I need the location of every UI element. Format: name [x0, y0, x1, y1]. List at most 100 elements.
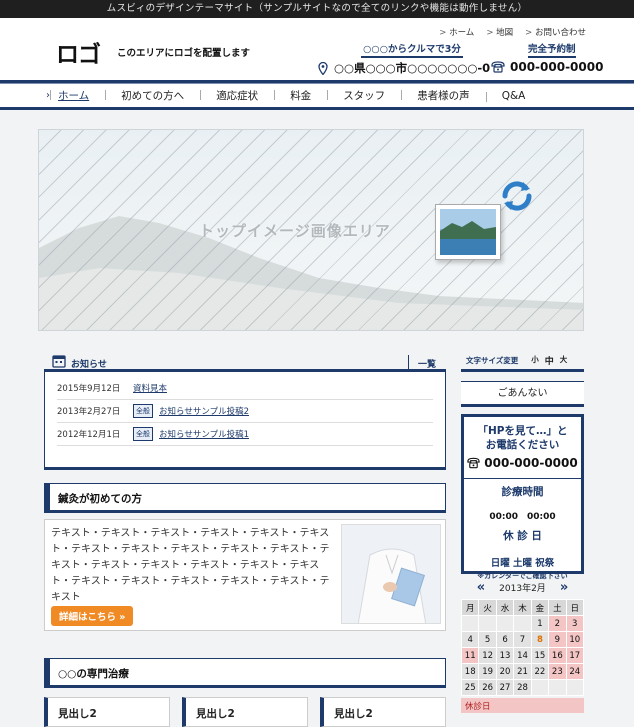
font-size-medium[interactable]: 中	[545, 354, 554, 367]
address-text: ○○県○○○市○○○○○○○-0	[334, 61, 491, 75]
nav-item-staff[interactable]: スタッフ	[327, 88, 401, 103]
news-link[interactable]: お知らせサンプル投稿1	[159, 428, 249, 440]
calendar-weekday: 火	[478, 599, 497, 616]
calendar-day: 26	[478, 679, 497, 696]
utility-links: ホーム 地図 お問い合わせ	[439, 26, 586, 38]
calendar-day: 19	[478, 663, 497, 680]
main-column: お知らせ 一覧 2015年9月12日 資料見本 2013年2月27日 全般 お知…	[44, 352, 446, 727]
news-category-tag[interactable]: 全般	[133, 427, 153, 441]
contact-phone-number: 000-000-0000	[484, 456, 578, 470]
nav-item-first-visit[interactable]: 初めての方へ	[105, 88, 200, 103]
calendar-day: 17	[565, 647, 585, 664]
subheading: 見出し2	[182, 697, 308, 727]
news-link[interactable]: お知らせサンプル投稿2	[159, 405, 249, 417]
calendar-day: 5	[478, 631, 497, 648]
calendar-weekday: 木	[513, 599, 532, 616]
hours-label: 診療時間	[464, 478, 581, 499]
subheading-row: 見出し2 見出し2 見出し2	[44, 697, 446, 727]
intro-box: テキスト・テキスト・テキスト・テキスト・テキスト・テキスト・テキスト・テキスト・…	[44, 519, 446, 631]
news-list: 2015年9月12日 資料見本 2013年2月27日 全般 お知らせサンプル投稿…	[44, 372, 446, 470]
closed-label: 休 診 日	[503, 530, 542, 542]
calendar-weekday: 土	[548, 599, 567, 616]
calendar-day: 1	[530, 615, 550, 632]
calendar-blank	[460, 615, 480, 632]
calendar-day: 9	[548, 631, 567, 648]
calendar-day: 25	[460, 679, 480, 696]
intro-text: テキスト・テキスト・テキスト・テキスト・テキスト・テキスト・テキスト・テキスト・…	[51, 528, 330, 603]
font-size-switcher: 文字サイズ変更 小 中 大	[461, 352, 584, 372]
news-header: お知らせ 一覧	[44, 352, 446, 372]
subheading: 見出し2	[44, 697, 170, 727]
news-category-tag[interactable]: 全般	[133, 404, 153, 418]
hero-caption: トップイメージ画像エリア	[199, 222, 391, 240]
calendar-header: « 2013年2月 »	[461, 580, 584, 595]
contact-link[interactable]: お問い合わせ	[525, 26, 586, 38]
guide-heading: ごあんない	[461, 381, 584, 407]
calendar-day: 27	[495, 679, 515, 696]
logo[interactable]: ロゴ	[56, 35, 101, 69]
calendar-weekday: 水	[495, 599, 515, 616]
calendar-table: 月火水木金土日 1 2 3 4 5 6 7 8 9 10 11 12 13 14 15 16 17 18 19 20 2…	[460, 599, 585, 696]
news-date: 2012年12月1日	[57, 430, 121, 440]
global-nav: › ホーム 初めての方へ 適応症状 料金 スタッフ 患者様の声 Q&A	[0, 84, 634, 110]
details-button[interactable]: 詳細はこちら »	[51, 606, 134, 626]
calendar-day: 15	[530, 647, 550, 664]
calendar-day: 20	[495, 663, 515, 680]
calendar-day: 2	[548, 615, 567, 632]
calendar-day: 14	[513, 647, 532, 664]
calendar-icon	[52, 355, 66, 368]
calendar-blank	[565, 679, 585, 696]
calendar-blank	[478, 615, 497, 632]
calendar-day: 22	[530, 663, 550, 680]
calendar-legend: 休診日	[461, 698, 584, 713]
contact-line-2: お電話ください	[485, 439, 560, 451]
prev-month-button[interactable]: «	[477, 580, 485, 595]
nav-item-home[interactable]: ホーム	[50, 88, 105, 103]
calendar-blank	[530, 679, 550, 696]
phone-icon	[491, 61, 505, 73]
closed-days: 日曜 土曜 祝祭	[490, 558, 555, 569]
contact-box: 「HPを見て…」と お電話ください 000-000-0000 診療時間 00:0…	[461, 414, 584, 580]
header-phone[interactable]: 000-000-0000	[491, 60, 603, 74]
hero-image-area: トップイメージ画像エリア	[38, 129, 584, 331]
next-month-button[interactable]: »	[560, 580, 568, 595]
news-title: お知らせ	[71, 360, 107, 370]
calendar-weekday: 日	[565, 599, 585, 616]
news-item: 2012年12月1日 全般 お知らせサンプル投稿1	[57, 423, 433, 446]
nav-item-voices[interactable]: 患者様の声	[401, 88, 486, 103]
news-link[interactable]: 資料見本	[133, 382, 167, 394]
home-link[interactable]: ホーム	[439, 26, 474, 38]
calendar-weekday: 金	[530, 599, 550, 616]
sidebar: 文字サイズ変更 小 中 大 ごあんない 「HPを見て…」と お電話ください 00…	[460, 352, 585, 713]
nav-item-fees[interactable]: 料金	[274, 88, 327, 103]
access-info: ○○○からクルマで3分	[361, 41, 463, 58]
news-date: 2015年9月12日	[57, 384, 121, 394]
calendar-day: 21	[513, 663, 532, 680]
calendar-day: 10	[565, 631, 585, 648]
calendar-blank	[548, 679, 567, 696]
reservation-badge: 完全予約制	[528, 41, 576, 58]
map-link[interactable]: 地図	[486, 26, 513, 38]
font-size-small[interactable]: 小	[531, 354, 539, 367]
map-pin-icon	[318, 61, 328, 75]
calendar-blank	[495, 615, 515, 632]
nav-item-symptoms[interactable]: 適応症状	[200, 88, 274, 103]
site-notice-bar: ムスビィのデザインテーマサイト（サンプルサイトなので全てのリンクや機能は動作しま…	[0, 0, 634, 18]
address: ○○県○○○市○○○○○○○-0	[318, 60, 490, 76]
calendar-day: 18	[460, 663, 480, 680]
calendar-day: 13	[495, 647, 515, 664]
font-size-large[interactable]: 大	[560, 354, 568, 367]
news-item: 2015年9月12日 資料見本	[57, 377, 433, 400]
news-list-link[interactable]: 一覧	[407, 355, 436, 370]
photo-placeholder-icon	[435, 204, 501, 260]
treatment-section-title: ○○の専門治療	[44, 658, 446, 686]
nav-item-qa[interactable]: Q&A	[485, 90, 542, 102]
logo-note: このエリアにロゴを配置します	[117, 48, 251, 59]
contact-phone[interactable]: 000-000-0000	[464, 456, 581, 470]
calendar-day: 6	[495, 631, 515, 648]
calendar-day: 12	[478, 647, 497, 664]
site-header: ロゴ このエリアにロゴを配置します ホーム 地図 お問い合わせ ○○○からクルマ…	[0, 18, 634, 80]
contact-line-1: 「HPを見て…」と	[477, 425, 568, 437]
calendar-month: 2013年2月	[499, 584, 546, 594]
calendar-day: 8	[530, 631, 550, 648]
